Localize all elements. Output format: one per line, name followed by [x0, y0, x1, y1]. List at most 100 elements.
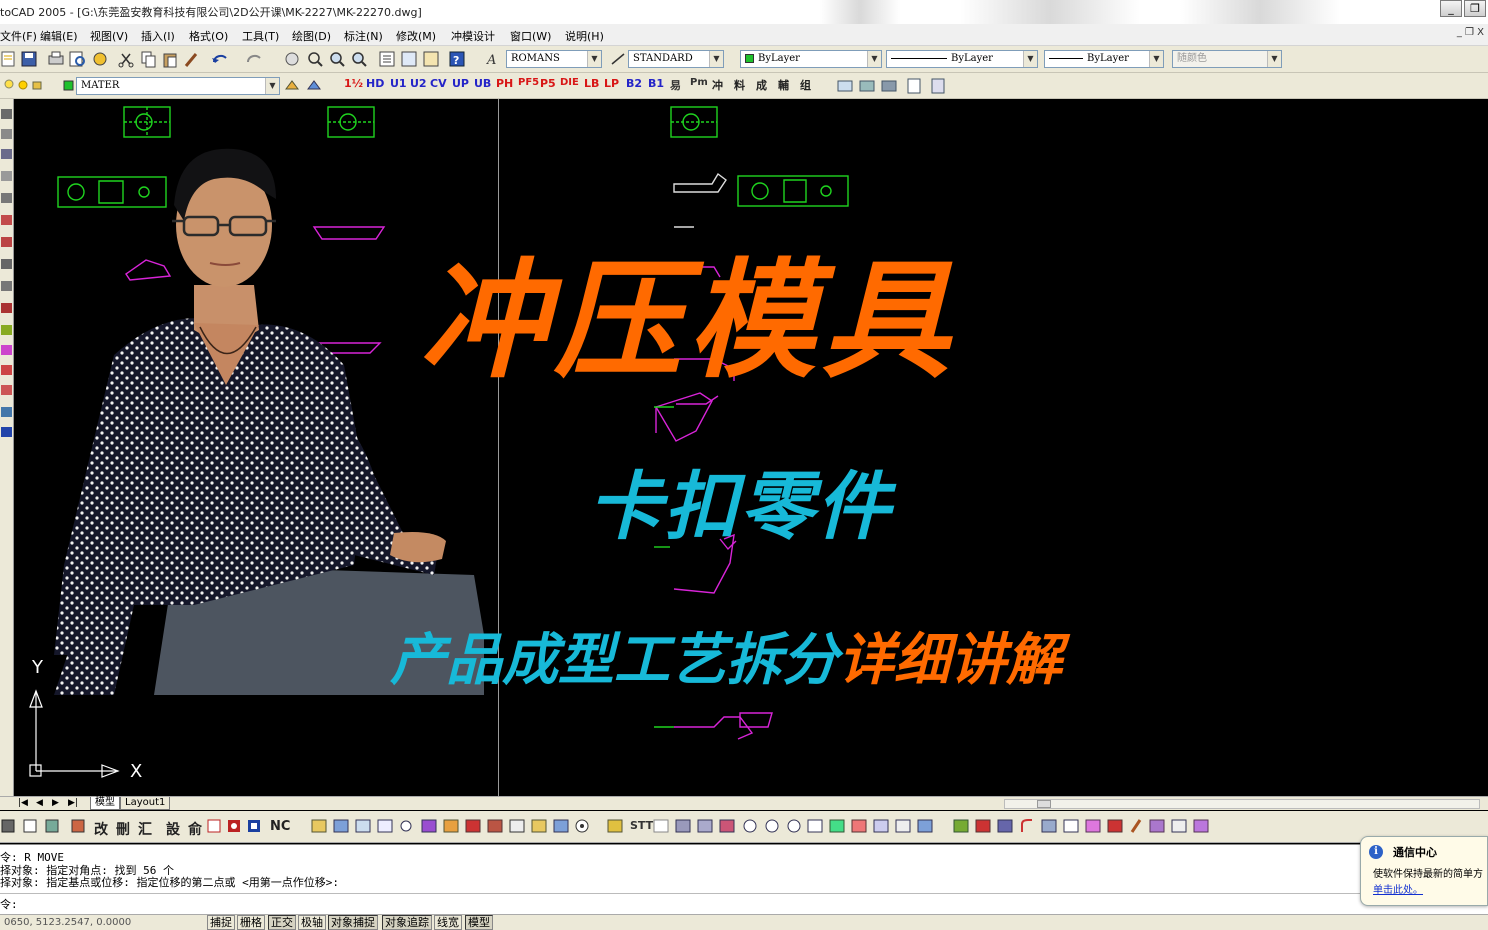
custom-tool-ph[interactable]: PH [496, 77, 513, 90]
setting-button[interactable]: 設 [166, 819, 180, 839]
menu-edit[interactable]: 编辑(E) [40, 28, 78, 44]
ellipse-icon[interactable] [1, 281, 12, 291]
custom-tool-up[interactable]: UP [452, 77, 469, 90]
chevron-down-icon: ▼ [1149, 51, 1163, 67]
custom-tool-u2[interactable]: U2 [410, 77, 427, 90]
text-style-icon[interactable]: A [486, 51, 502, 67]
maximize-button[interactable]: ❐ [1464, 0, 1486, 17]
tab-model[interactable]: 模型 [90, 797, 120, 810]
arc-icon[interactable] [1, 215, 12, 225]
custom-tool-hd[interactable]: HD [366, 77, 384, 90]
explode-tool-icon [487, 819, 503, 833]
rectangle-icon[interactable] [1, 193, 12, 203]
polygon-icon[interactable] [1, 171, 12, 181]
stt-icon[interactable] [606, 811, 626, 843]
lineweight-toggle[interactable]: 线宽 [434, 915, 462, 930]
copy-tool-icon [917, 819, 933, 833]
osnap-toggle[interactable]: 对象捕捉 [328, 915, 378, 930]
make-block-icon[interactable] [1, 325, 12, 335]
circle-outline-2-icon [765, 819, 779, 833]
insert-block-icon[interactable] [1, 303, 12, 313]
otrack-toggle[interactable]: 对象追踪 [382, 915, 432, 930]
custom-tool-zu[interactable]: 组 [800, 77, 811, 93]
menu-die-design[interactable]: 冲模设计 [451, 28, 495, 44]
standard-toolbar-icons: ? [1, 51, 465, 68]
table-icon[interactable] [1, 427, 12, 437]
first-tab-icon[interactable]: |◀ [18, 798, 28, 808]
front-button[interactable]: 俞 [188, 819, 202, 839]
layer-select[interactable]: MATER ▼ [76, 77, 280, 95]
horizontal-scrollbar[interactable] [1004, 799, 1480, 809]
stt-button[interactable]: STT [630, 819, 653, 832]
menu-window[interactable]: 窗口(W) [510, 28, 551, 44]
custom-tool-die[interactable]: DIE [560, 77, 579, 88]
snap-toggle[interactable]: 捕捉 [207, 915, 235, 930]
mtext-icon[interactable] [1, 407, 12, 417]
custom-tool-b1[interactable]: B1 [648, 77, 664, 90]
custom-tool-lp[interactable]: LP [604, 77, 619, 90]
custom-tool-chong[interactable]: 冲 [712, 77, 723, 93]
tab-layout1[interactable]: Layout1 [120, 797, 171, 810]
custom-tool-u1[interactable]: U1 [390, 77, 407, 90]
menu-view[interactable]: 视图(V) [90, 28, 128, 44]
prev-tab-icon[interactable]: ◀ [36, 798, 43, 808]
document-window-controls[interactable]: _ ❐ X [1457, 27, 1484, 38]
custom-tool-b2[interactable]: B2 [626, 77, 642, 90]
modify-button[interactable]: 改 [94, 819, 108, 839]
command-window[interactable]: 令: R MOVE 择对象: 指定对角点: 找到 56 个 择对象: 指定基点或… [0, 844, 1488, 914]
region-icon[interactable] [1, 385, 12, 395]
polyline-icon[interactable] [1, 149, 12, 159]
custom-tool-fu[interactable]: 輔 [778, 77, 789, 93]
point-icon[interactable] [1, 345, 12, 355]
menu-file[interactable]: 文件(F) [0, 28, 37, 44]
circle-icon[interactable] [1, 237, 12, 247]
menu-insert[interactable]: 插入(I) [141, 28, 175, 44]
nc-button[interactable]: NC [270, 819, 290, 834]
ortho-toggle[interactable]: 正交 [268, 915, 296, 930]
publish-icon [93, 52, 107, 66]
linetype-select[interactable]: ByLayer ▼ [886, 50, 1038, 68]
communication-center-balloon[interactable]: i 通信中心 使软件保持最新的简单方 单击此处。 [1360, 836, 1488, 906]
summary-button[interactable]: 汇 [138, 819, 152, 839]
next-tab-icon[interactable]: ▶ [52, 798, 59, 808]
menu-dimension[interactable]: 标注(N) [344, 28, 383, 44]
spline-icon[interactable] [1, 259, 12, 269]
custom-tool-yi[interactable]: 易 [670, 77, 681, 93]
menu-help[interactable]: 说明(H) [565, 28, 604, 44]
custom-tool-lb[interactable]: LB [584, 77, 599, 90]
menu-tools[interactable]: 工具(T) [242, 28, 279, 44]
line-tool-icon[interactable] [1, 109, 12, 119]
printer-icon [675, 819, 691, 833]
custom-tool-p5[interactable]: P5 [540, 77, 556, 90]
menu-modify[interactable]: 修改(M) [396, 28, 436, 44]
model-toggle[interactable]: 模型 [465, 915, 493, 930]
custom-tool-1[interactable]: 1½ [344, 77, 363, 90]
text-style-select[interactable]: ROMANS ▼ [506, 50, 602, 68]
custom-tool-pf5[interactable]: PF5 [518, 77, 539, 88]
command-prompt[interactable]: 令: [0, 896, 18, 912]
lineweight-value: ByLayer [1087, 53, 1129, 64]
plotstyle-select[interactable]: 随颜色 ▼ [1172, 50, 1282, 68]
dim-style-icon[interactable] [610, 51, 626, 67]
menu-draw[interactable]: 绘图(D) [292, 28, 331, 44]
color-select[interactable]: ByLayer ▼ [740, 50, 882, 68]
custom-tool-cheng[interactable]: 成 [756, 77, 767, 93]
lineweight-select[interactable]: ByLayer ▼ [1044, 50, 1164, 68]
custom-tool-liao[interactable]: 料 [734, 77, 745, 93]
polar-toggle[interactable]: 极轴 [298, 915, 326, 930]
grid-toggle[interactable]: 栅格 [237, 915, 265, 930]
scrollbar-thumb[interactable] [1037, 800, 1051, 808]
menu-format[interactable]: 格式(O) [189, 28, 228, 44]
custom-tool-pm[interactable]: Pm [690, 77, 708, 88]
custom-tool-ub[interactable]: UB [474, 77, 491, 90]
hatch-icon[interactable] [1, 365, 12, 375]
custom-tool-cv[interactable]: CV [430, 77, 447, 90]
balloon-link[interactable]: 单击此处。 [1373, 881, 1423, 896]
dim-style-select[interactable]: STANDARD ▼ [628, 50, 724, 68]
construction-line-icon[interactable] [1, 129, 12, 139]
last-tab-icon[interactable]: ▶| [68, 798, 78, 808]
minimize-button[interactable]: _ [1440, 0, 1462, 17]
delete-button[interactable]: 刪 [116, 819, 130, 839]
copy-icon [141, 51, 156, 68]
drawing-area[interactable]: Y X 冲压模具 卡扣零件 产品成型工艺拆分详细讲解 [14, 99, 1488, 796]
